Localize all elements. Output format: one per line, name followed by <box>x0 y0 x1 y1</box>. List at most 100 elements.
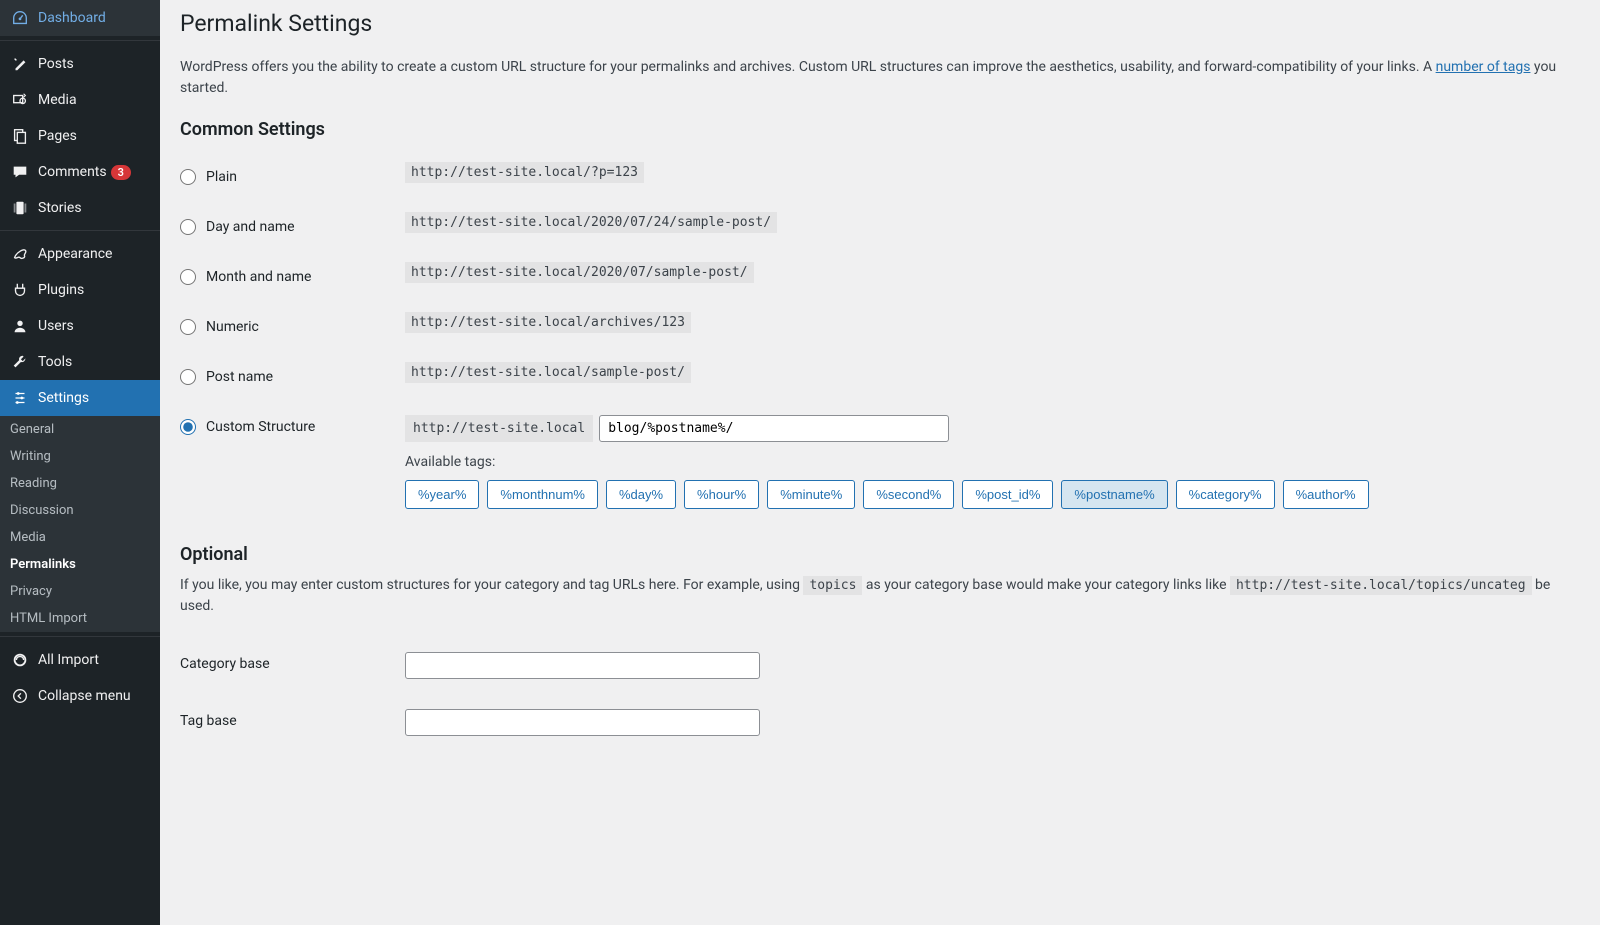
submenu-item-general[interactable]: General <box>0 416 160 443</box>
radio-label[interactable]: Numeric <box>206 319 259 335</box>
submenu-item-html-import[interactable]: HTML Import <box>0 605 160 632</box>
radio-post-name[interactable] <box>180 369 196 385</box>
tag-button-second[interactable]: %second% <box>863 480 954 509</box>
sidebar-item-tools[interactable]: Tools <box>0 344 160 380</box>
category-base-input[interactable] <box>405 652 760 679</box>
permalink-option-custom: Custom Structure http://test-site.local … <box>180 400 1580 524</box>
dashboard-icon <box>10 8 30 28</box>
submenu-item-media[interactable]: Media <box>0 524 160 551</box>
sidebar-item-label: Settings <box>38 390 89 406</box>
permalink-example: http://test-site.local/sample-post/ <box>405 362 691 383</box>
radio-label[interactable]: Month and name <box>206 269 311 285</box>
sidebar-item-label: All Import <box>38 652 99 668</box>
radio-plain[interactable] <box>180 169 196 185</box>
tag-button-category[interactable]: %category% <box>1176 480 1275 509</box>
tag-button-day[interactable]: %day% <box>606 480 676 509</box>
sidebar-item-pages[interactable]: Pages <box>0 118 160 154</box>
custom-structure-input[interactable] <box>599 415 949 442</box>
comments-badge: 3 <box>111 165 131 180</box>
settings-icon <box>10 388 30 408</box>
common-settings-heading: Common Settings <box>180 119 1580 140</box>
stories-icon <box>10 198 30 218</box>
submenu-item-writing[interactable]: Writing <box>0 443 160 470</box>
tag-button-monthnum[interactable]: %monthnum% <box>487 480 598 509</box>
tag-base-input[interactable] <box>405 709 760 736</box>
import-icon <box>10 650 30 670</box>
permalink-example: http://test-site.local/archives/123 <box>405 312 691 333</box>
optional-heading: Optional <box>180 544 1580 565</box>
sidebar-item-label: Dashboard <box>38 10 106 26</box>
sidebar-item-users[interactable]: Users <box>0 308 160 344</box>
sidebar-item-label: Comments <box>38 164 107 180</box>
sidebar-item-plugins[interactable]: Plugins <box>0 272 160 308</box>
permalink-option-plain: Plain http://test-site.local/?p=123 <box>180 150 1580 200</box>
sidebar-item-stories[interactable]: Stories <box>0 190 160 226</box>
submenu-item-reading[interactable]: Reading <box>0 470 160 497</box>
category-base-row: Category base <box>180 637 1580 694</box>
sidebar-item-all-import[interactable]: All Import <box>0 642 160 678</box>
comments-icon <box>10 162 30 182</box>
radio-label-custom[interactable]: Custom Structure <box>206 419 315 435</box>
number-of-tags-link[interactable]: number of tags <box>1436 59 1531 75</box>
radio-day-and-name[interactable] <box>180 219 196 235</box>
radio-label[interactable]: Plain <box>206 169 237 185</box>
permalink-option-day-and-name: Day and name http://test-site.local/2020/… <box>180 200 1580 250</box>
sidebar-item-label: Users <box>38 318 74 334</box>
plugins-icon <box>10 280 30 300</box>
custom-prefix: http://test-site.local <box>405 415 593 442</box>
submenu-item-privacy[interactable]: Privacy <box>0 578 160 605</box>
tag-button-post_id[interactable]: %post_id% <box>962 480 1053 509</box>
sidebar-item-dashboard[interactable]: Dashboard <box>0 0 160 36</box>
intro-text: WordPress offers you the ability to crea… <box>180 57 1580 99</box>
permalink-example: http://test-site.local/2020/07/sample-po… <box>405 262 754 283</box>
tag-button-author[interactable]: %author% <box>1283 480 1369 509</box>
collapse-icon <box>10 686 30 706</box>
submenu-item-permalinks[interactable]: Permalinks <box>0 551 160 578</box>
tag-base-label: Tag base <box>180 713 237 729</box>
category-base-label: Category base <box>180 656 270 672</box>
users-icon <box>10 316 30 336</box>
sidebar-item-appearance[interactable]: Appearance <box>0 236 160 272</box>
sidebar-item-label: Posts <box>38 56 74 72</box>
main-content: Permalink Settings WordPress offers you … <box>160 0 1600 925</box>
radio-label[interactable]: Day and name <box>206 219 295 235</box>
collapse-label: Collapse menu <box>38 688 131 704</box>
tag-button-hour[interactable]: %hour% <box>684 480 759 509</box>
page-title: Permalink Settings <box>180 10 1580 37</box>
tools-icon <box>10 352 30 372</box>
radio-month-and-name[interactable] <box>180 269 196 285</box>
permalink-option-post-name: Post name http://test-site.local/sample-p… <box>180 350 1580 400</box>
permalink-example: http://test-site.local/?p=123 <box>405 162 644 183</box>
optional-text: If you like, you may enter custom struct… <box>180 575 1580 617</box>
posts-icon <box>10 54 30 74</box>
sidebar-item-settings[interactable]: Settings <box>0 380 160 416</box>
available-tags-list: %year% %monthnum% %day% %hour% %minute% %seco… <box>405 480 1580 509</box>
pages-icon <box>10 126 30 146</box>
submenu-item-discussion[interactable]: Discussion <box>0 497 160 524</box>
permalink-example: http://test-site.local/2020/07/24/sample… <box>405 212 777 233</box>
radio-custom-structure[interactable] <box>180 419 196 435</box>
sidebar-item-label: Stories <box>38 200 82 216</box>
sidebar-item-label: Tools <box>38 354 72 370</box>
available-tags-label: Available tags: <box>405 454 1580 470</box>
radio-numeric[interactable] <box>180 319 196 335</box>
collapse-menu-button[interactable]: Collapse menu <box>0 678 160 714</box>
tag-base-row: Tag base <box>180 694 1580 751</box>
sidebar-item-label: Appearance <box>38 246 112 262</box>
settings-submenu: GeneralWritingReadingDiscussionMediaPerm… <box>0 416 160 632</box>
admin-sidebar: Dashboard Posts Media Pages Comments 3 Stories… <box>0 0 160 925</box>
sidebar-item-label: Media <box>38 92 77 108</box>
permalink-option-numeric: Numeric http://test-site.local/archives/1… <box>180 300 1580 350</box>
radio-label[interactable]: Post name <box>206 369 273 385</box>
tag-button-year[interactable]: %year% <box>405 480 479 509</box>
tag-button-minute[interactable]: %minute% <box>767 480 855 509</box>
media-icon <box>10 90 30 110</box>
tag-button-postname[interactable]: %postname% <box>1061 480 1167 509</box>
sidebar-item-media[interactable]: Media <box>0 82 160 118</box>
sidebar-item-label: Pages <box>38 128 77 144</box>
appearance-icon <box>10 244 30 264</box>
permalink-option-month-and-name: Month and name http://test-site.local/202… <box>180 250 1580 300</box>
sidebar-item-comments[interactable]: Comments 3 <box>0 154 160 190</box>
sidebar-item-label: Plugins <box>38 282 84 298</box>
sidebar-item-posts[interactable]: Posts <box>0 46 160 82</box>
